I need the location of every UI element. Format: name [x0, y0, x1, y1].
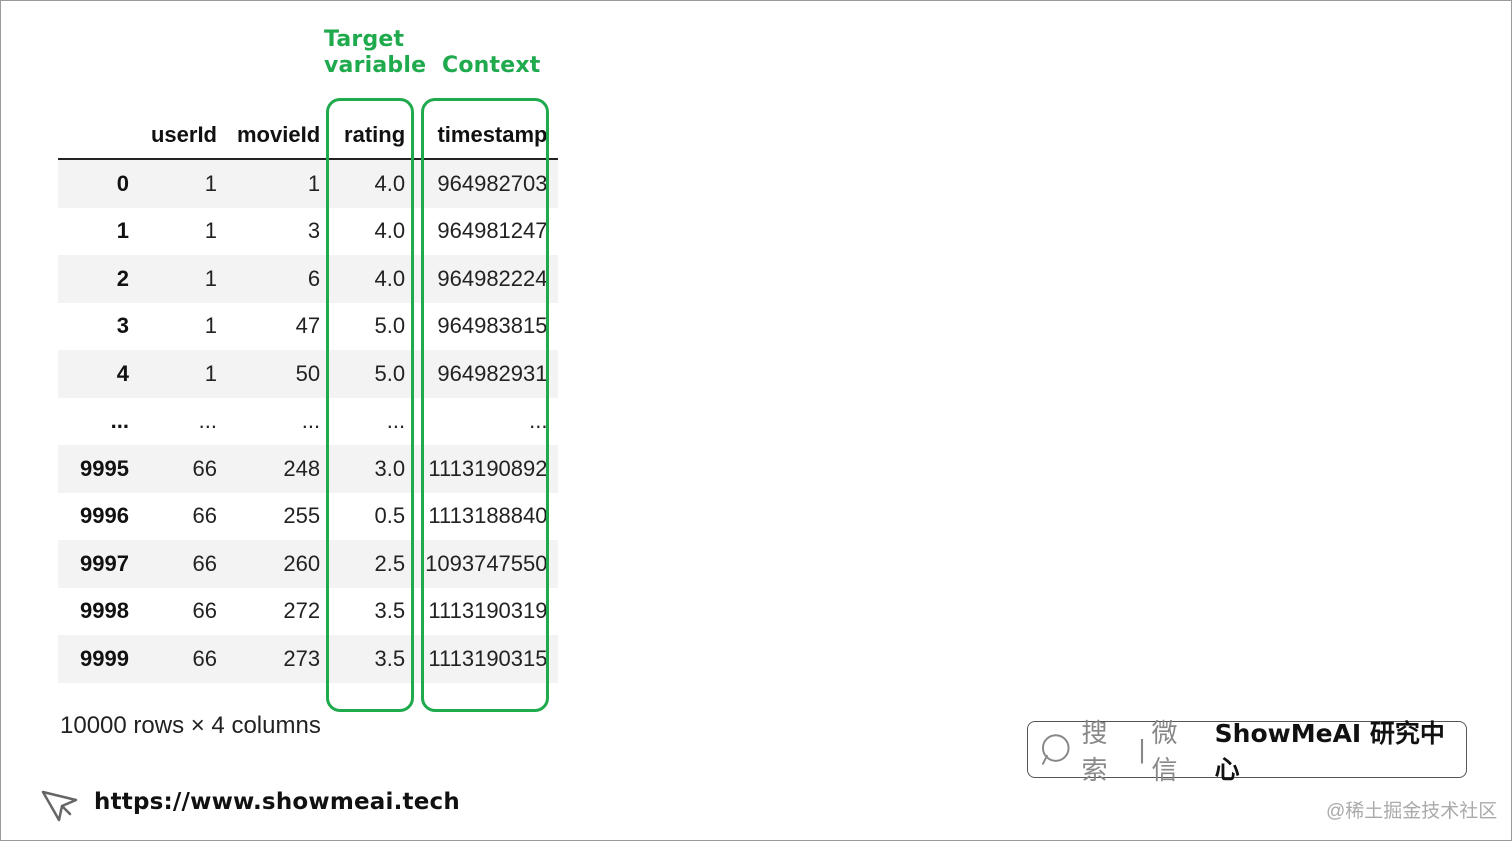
- table-cell: 66: [192, 550, 217, 576]
- table-cell: 1: [307, 170, 321, 196]
- column-header-userid: userId: [139, 111, 227, 160]
- row-index: 0: [116, 170, 129, 196]
- table-cell: 260: [283, 550, 321, 576]
- watermark-text: @稀土掘金技术社区: [1326, 801, 1498, 822]
- search-box[interactable]: 搜索 | 微信 ShowMeAI 研究中心: [1027, 718, 1467, 785]
- search-separator: |: [1138, 734, 1146, 764]
- table-cell: 1: [204, 360, 217, 386]
- table-cell: 66: [192, 645, 217, 671]
- annotation-line: Target: [324, 27, 405, 52]
- table-cell: 66: [192, 455, 217, 481]
- context-annotation: Context: [442, 53, 541, 78]
- table-cell: 50: [295, 360, 321, 386]
- table-cell: 66: [192, 598, 217, 624]
- site-url-link[interactable]: https://www.showmeai.tech: [94, 789, 460, 815]
- table-cell: 255: [283, 503, 321, 529]
- search-icon: [1041, 733, 1070, 765]
- row-index: 1: [116, 218, 129, 244]
- table-cell: 1: [204, 218, 217, 244]
- table-cell: 1: [204, 313, 217, 339]
- target-variable-annotation: Target variable: [324, 27, 426, 79]
- table-cell: 272: [283, 598, 321, 624]
- row-index: ...: [110, 408, 129, 434]
- wechat-hint: 微信: [1151, 717, 1178, 785]
- row-index: 9995: [80, 455, 129, 481]
- table-cell: 6: [307, 265, 321, 291]
- brand-name: ShowMeAI 研究中心: [1214, 718, 1445, 784]
- row-index: 9999: [80, 645, 129, 671]
- table-cell: 66: [192, 503, 217, 529]
- annotation-line: variable: [324, 53, 427, 78]
- row-index: 9998: [80, 598, 129, 624]
- table-cell: 3: [307, 218, 321, 244]
- search-hint: 搜索: [1081, 717, 1108, 785]
- row-index: 9996: [80, 503, 129, 529]
- table-cell: ...: [301, 408, 321, 434]
- table-cell: 47: [295, 313, 321, 339]
- table-shape-note: 10000 rows × 4 columns: [60, 712, 321, 739]
- row-index: 4: [116, 360, 129, 386]
- table-cell: 248: [283, 455, 321, 481]
- table-cell: ...: [198, 408, 217, 434]
- row-index: 9997: [80, 550, 129, 576]
- rating-highlight-box: [326, 98, 414, 712]
- row-index: 3: [116, 313, 129, 339]
- column-header-movieid: movieId: [227, 111, 331, 160]
- timestamp-highlight-box: [421, 98, 549, 712]
- table-cell: 273: [283, 645, 321, 671]
- index-header: [58, 111, 139, 160]
- row-index: 2: [116, 265, 129, 291]
- table-cell: 1: [204, 170, 217, 196]
- cursor-arrow-icon: [41, 790, 78, 822]
- table-cell: 1: [204, 265, 217, 291]
